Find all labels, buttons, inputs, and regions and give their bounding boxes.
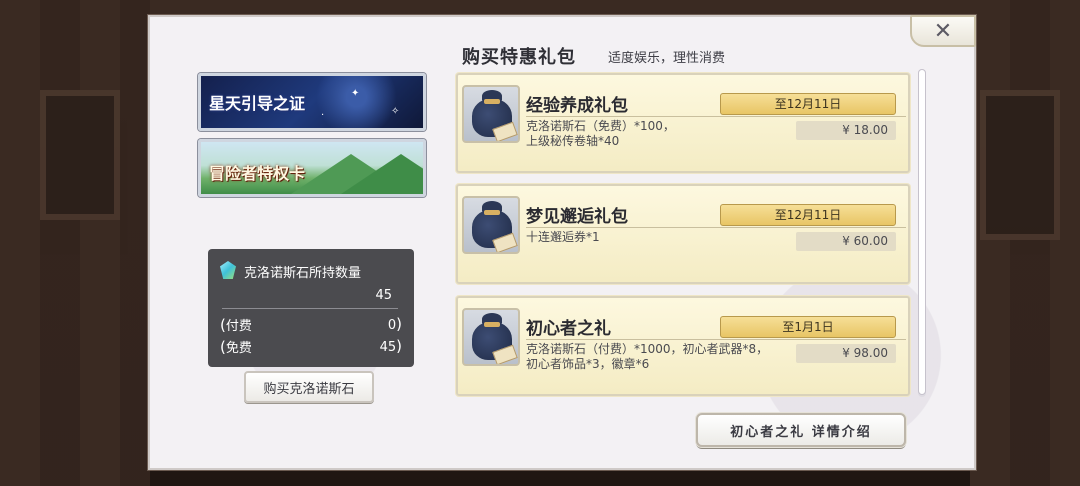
adventurer-card-banner[interactable]: 冒险者特权卡	[198, 139, 426, 197]
package-desc-line: 十连邂逅券*1	[526, 230, 600, 244]
bag-tie	[484, 99, 500, 104]
close-icon[interactable]: ✕	[934, 19, 952, 44]
free-stone-row: (免费 45)	[220, 337, 402, 356]
sparkle-icon: ✦	[351, 88, 360, 99]
package-icon	[462, 196, 520, 254]
package-description: 十连邂逅券*1	[526, 230, 786, 245]
package-list-scrollbar[interactable]	[918, 69, 926, 397]
paren-close: )	[396, 337, 402, 355]
package-card[interactable]: 梦见邂逅礼包 至12月11日 十连邂逅券*1 ¥ 60.00	[456, 184, 910, 284]
sparkle-icon: ·	[321, 110, 325, 121]
paid-stone-row: (付费 0)	[220, 315, 402, 334]
package-price[interactable]: ¥ 98.00	[796, 344, 896, 363]
star-guide-banner[interactable]: ✦ ✧ · 星天引导之证	[198, 73, 426, 131]
background-right	[970, 0, 1080, 486]
bag-tie	[484, 210, 500, 215]
paid-label: 付费	[225, 319, 252, 334]
stone-total-value: 45	[375, 288, 392, 303]
divider	[526, 339, 906, 340]
sparkle-icon: ✧	[391, 106, 400, 117]
background-left	[0, 0, 150, 486]
package-card[interactable]: 经验养成礼包 至12月11日 克洛诺斯石（免费）*100， 上级秘传卷轴*40 …	[456, 73, 910, 173]
package-price[interactable]: ¥ 60.00	[796, 232, 896, 251]
package-desc-line: 克洛诺斯石（免费）*100，	[526, 119, 675, 133]
package-date-badge: 至12月11日	[720, 93, 896, 115]
dialog-title: 购买特惠礼包	[462, 47, 576, 68]
paren-close: )	[396, 315, 402, 333]
package-description: 克洛诺斯石（付费）*1000，初心者武器*8， 初心者饰品*3，徽章*6	[526, 342, 786, 372]
package-desc-line: 上级秘传卷轴*40	[526, 134, 620, 148]
purchase-dialog: ✕ 购买特惠礼包 适度娱乐，理性消费 ✦ ✧ · 星天引导之证 冒险者特权卡 克…	[148, 15, 976, 470]
divider	[222, 308, 398, 309]
package-price[interactable]: ¥ 18.00	[796, 121, 896, 140]
package-card[interactable]: 初心者之礼 至1月1日 克洛诺斯石（付费）*1000，初心者武器*8， 初心者饰…	[456, 296, 910, 396]
gem-icon	[220, 261, 236, 279]
background-window	[40, 90, 120, 220]
beginner-gift-detail-button[interactable]: 初心者之礼 详情介绍	[696, 413, 906, 447]
package-icon	[462, 308, 520, 366]
package-name: 经验养成礼包	[526, 96, 628, 116]
package-date-badge: 至1月1日	[720, 316, 896, 338]
divider	[526, 227, 906, 228]
package-desc-line: 初心者饰品*3，徽章*6	[526, 357, 650, 371]
stone-count-label: 克洛诺斯石所持数量	[244, 266, 362, 281]
package-desc-line: 克洛诺斯石（付费）*1000，初心者武器*8，	[526, 342, 769, 356]
divider	[526, 116, 906, 117]
scrollbar-thumb[interactable]	[918, 69, 926, 395]
adventurer-card-banner-text: 冒险者特权卡	[209, 164, 306, 183]
free-value: 45	[379, 340, 397, 355]
background-window	[980, 90, 1060, 240]
package-icon	[462, 85, 520, 143]
package-name: 初心者之礼	[526, 319, 611, 339]
bag-tie	[484, 322, 500, 327]
close-button[interactable]: ✕	[910, 15, 976, 47]
buy-stone-button[interactable]: 购买克洛诺斯石	[244, 371, 374, 403]
paid-value: 0	[387, 318, 397, 333]
dialog-subtitle: 适度娱乐，理性消费	[608, 51, 726, 66]
star-guide-banner-text: 星天引导之证	[209, 94, 306, 113]
mountain-deco	[341, 154, 423, 194]
package-description: 克洛诺斯石（免费）*100， 上级秘传卷轴*40	[526, 119, 786, 149]
free-label: 免费	[225, 341, 252, 356]
stone-count-panel: 克洛诺斯石所持数量 45 (付费 0) (免费 45)	[208, 249, 414, 367]
package-name: 梦见邂逅礼包	[526, 207, 628, 227]
package-date-badge: 至12月11日	[720, 204, 896, 226]
